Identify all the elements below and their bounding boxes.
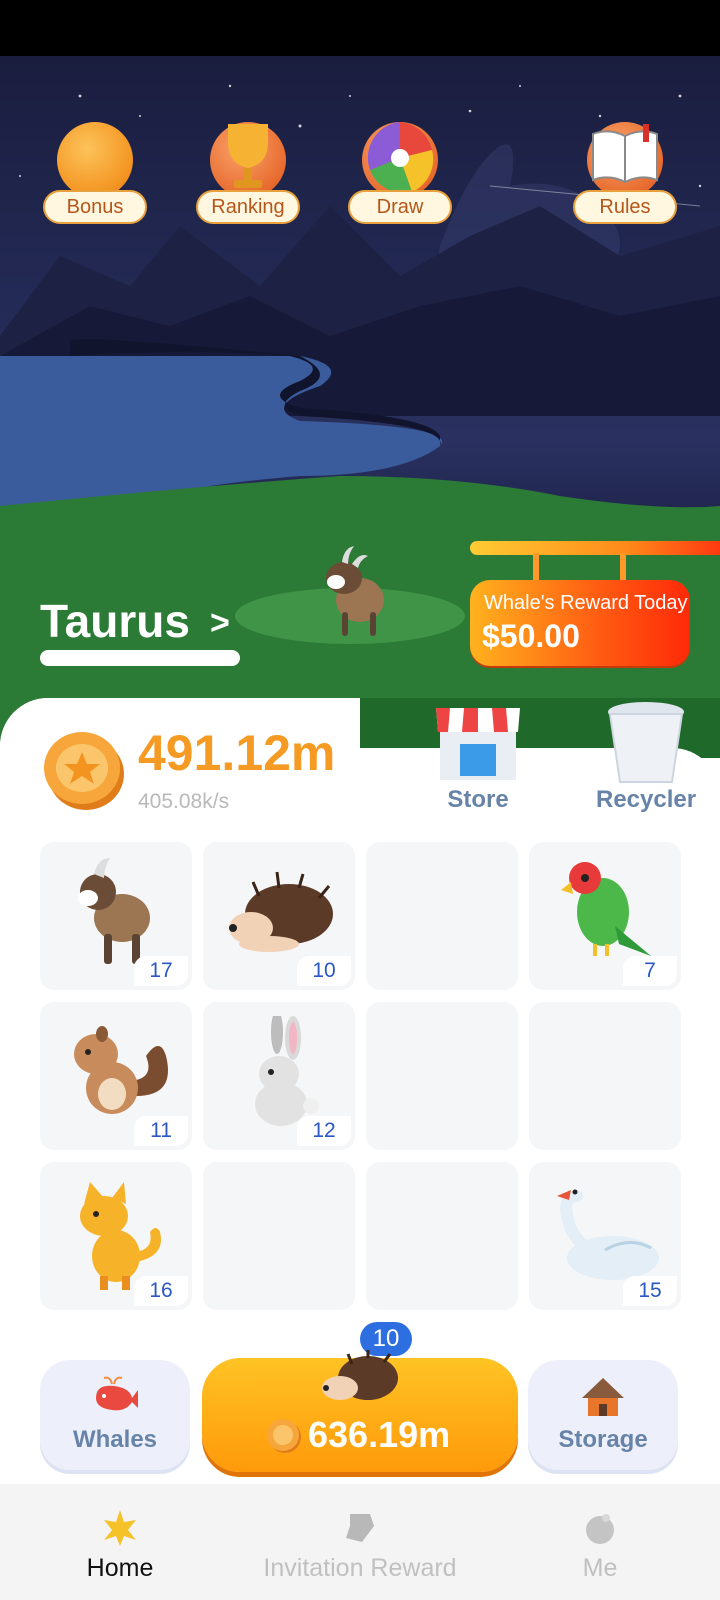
grid-cell-empty[interactable] bbox=[529, 1002, 681, 1150]
reward-title: Whale's Reward Today bbox=[484, 592, 688, 614]
level-badge: 10 bbox=[297, 956, 351, 986]
grid-cell[interactable]: 11 bbox=[40, 1002, 192, 1150]
store-button[interactable]: Store bbox=[430, 700, 526, 820]
profile-icon bbox=[586, 1514, 614, 1544]
store-icon bbox=[436, 708, 520, 780]
store-label: Store bbox=[447, 786, 509, 813]
coin-balance: 491.12m bbox=[138, 725, 336, 781]
storage-button[interactable]: Storage bbox=[528, 1360, 678, 1470]
coin-icon bbox=[44, 732, 124, 810]
whale-icon bbox=[96, 1376, 138, 1411]
bonus-label: Bonus bbox=[43, 190, 147, 224]
bottom-nav: Home Invitation Reward Me bbox=[0, 1484, 720, 1600]
ranking-button[interactable]: Ranking bbox=[196, 66, 300, 228]
level-badge: 17 bbox=[134, 956, 188, 986]
rabbit-icon bbox=[255, 1016, 319, 1126]
zodiac-progress-bar bbox=[40, 650, 240, 666]
grid-cell[interactable]: 7 bbox=[529, 842, 681, 990]
zodiac-name[interactable]: Taurus bbox=[40, 594, 190, 648]
nav-invitation-label: Invitation Reward bbox=[263, 1554, 457, 1582]
status-bar bbox=[0, 0, 720, 56]
grid-cell-empty[interactable] bbox=[203, 1162, 355, 1310]
buy-price: 636.19m bbox=[308, 1414, 451, 1455]
bonus-button[interactable]: Bonus bbox=[43, 66, 147, 228]
hut-icon bbox=[582, 1378, 624, 1416]
level-badge: 7 bbox=[623, 956, 677, 986]
reward-sign-bar bbox=[470, 541, 720, 555]
goat-icon bbox=[78, 858, 150, 964]
grid-cell-empty[interactable] bbox=[366, 842, 518, 990]
draw-label: Draw bbox=[348, 190, 452, 224]
hedgehog-icon bbox=[322, 1350, 398, 1400]
level-badge: 12 bbox=[297, 1116, 351, 1146]
whale-reward-card[interactable]: Whale's Reward Today $50.00 bbox=[470, 580, 690, 666]
swan-icon bbox=[557, 1189, 659, 1280]
rules-label: Rules bbox=[573, 190, 677, 224]
grid-cell[interactable]: 10 bbox=[203, 842, 355, 990]
grid-cell-empty[interactable] bbox=[366, 1002, 518, 1150]
whales-button[interactable]: Whales bbox=[40, 1360, 190, 1470]
grid-cell[interactable]: 17 bbox=[40, 842, 192, 990]
draw-button[interactable]: Draw bbox=[348, 66, 452, 228]
nav-home[interactable]: Home bbox=[60, 1484, 180, 1600]
parrot-icon bbox=[561, 862, 651, 956]
reward-value: $50.00 bbox=[482, 618, 580, 654]
book-icon bbox=[592, 124, 658, 184]
nav-invitation[interactable]: Invitation Reward bbox=[250, 1484, 470, 1600]
rules-button[interactable]: Rules bbox=[573, 66, 677, 228]
cat-icon bbox=[80, 1182, 161, 1290]
sun-icon bbox=[104, 1510, 136, 1546]
hedgehog-icon bbox=[229, 871, 333, 952]
level-badge: 16 bbox=[134, 1276, 188, 1306]
grid-cell[interactable]: 12 bbox=[203, 1002, 355, 1150]
ticket-icon bbox=[346, 1514, 374, 1542]
grid-cell[interactable]: 16 bbox=[40, 1162, 192, 1310]
chipmunk-icon bbox=[74, 1026, 168, 1114]
nav-me[interactable]: Me bbox=[560, 1484, 640, 1600]
chevron-right-icon[interactable]: > bbox=[210, 604, 230, 643]
trash-bin-icon bbox=[608, 702, 684, 783]
trophy-icon bbox=[228, 124, 268, 188]
prize-wheel-icon bbox=[367, 122, 434, 194]
nav-home-label: Home bbox=[86, 1554, 154, 1582]
level-badge: 11 bbox=[134, 1116, 188, 1146]
level-badge: 15 bbox=[623, 1276, 677, 1306]
storage-label: Storage bbox=[558, 1426, 648, 1453]
coin-icon bbox=[267, 1419, 301, 1453]
grid-cell[interactable]: 15 bbox=[529, 1162, 681, 1310]
recycler-label: Recycler bbox=[596, 786, 697, 813]
whales-label: Whales bbox=[72, 1426, 158, 1453]
recycler-button[interactable]: Recycler bbox=[596, 700, 696, 820]
nav-me-label: Me bbox=[582, 1554, 618, 1582]
bonus-coin-icon bbox=[57, 122, 133, 198]
grid-cell-empty[interactable] bbox=[366, 1162, 518, 1310]
earning-rate: 405.08k/s bbox=[138, 790, 230, 813]
ranking-label: Ranking bbox=[196, 190, 300, 224]
